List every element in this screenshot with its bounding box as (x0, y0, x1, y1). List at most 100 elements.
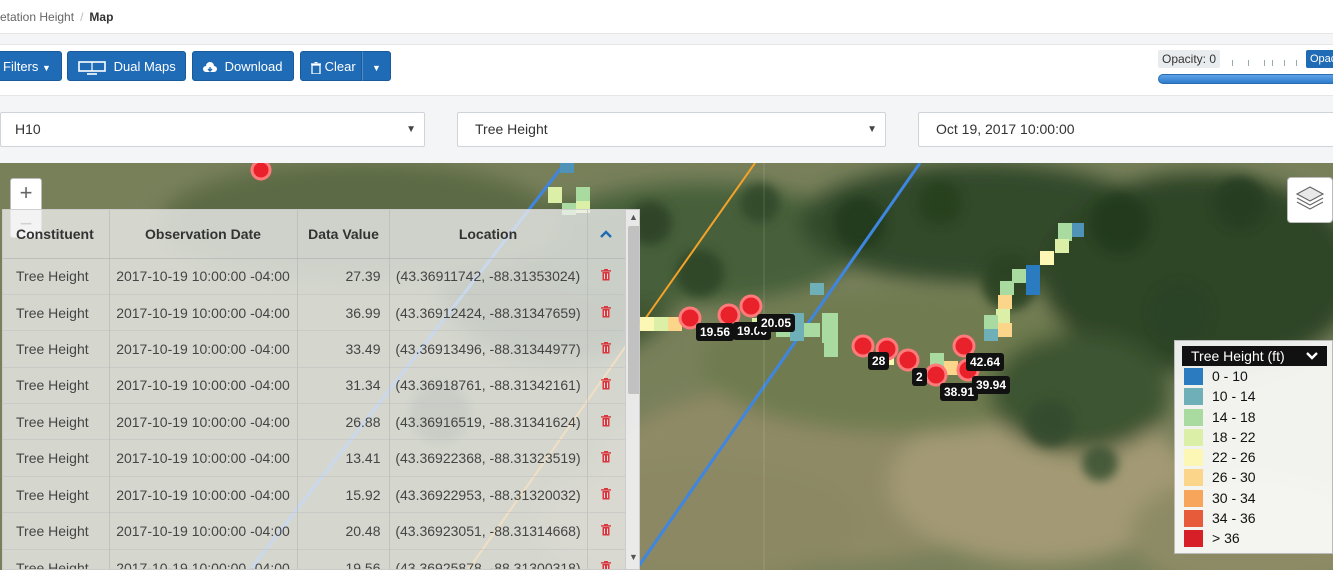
table-row[interactable]: Tree Height 2017-10-19 10:00:00 -04:00 15.… (3, 475, 625, 513)
breadcrumb-parent-link[interactable]: etation Height (0, 10, 74, 24)
cloud-download-icon (203, 59, 217, 74)
filters-label: Filters (3, 59, 39, 74)
table-row[interactable]: Tree Height 2017-10-19 10:00:00 -04:00 27.… (3, 257, 625, 295)
legend-swatch (1184, 530, 1203, 548)
legend-item-label: 34 - 36 (1212, 510, 1256, 527)
cell-constituent: Tree Height (3, 257, 110, 295)
legend-item: 10 - 14 (1182, 386, 1332, 406)
caret-down-icon: ▼ (406, 124, 416, 135)
cell-observation-date: 2017-10-19 10:00:00 -04:00 (109, 548, 298, 569)
cell-observation-date: 2017-10-19 10:00:00 -04:00 (109, 403, 298, 440)
marker-label: 19.56 (696, 323, 735, 341)
zoom-in-button[interactable]: + (11, 179, 41, 209)
column-header-constituent[interactable]: Constituent (3, 210, 110, 259)
opacity-slider-track[interactable] (1158, 74, 1333, 84)
filters-button[interactable]: Filters ▼ (0, 51, 62, 81)
marker-label: 39.94 (972, 376, 1011, 394)
scrollbar-thumb[interactable] (628, 226, 639, 394)
trash-icon (601, 305, 612, 321)
legend-swatch (1184, 489, 1203, 507)
breadcrumb-separator: / (80, 10, 84, 24)
caret-down-icon: ▼ (42, 63, 51, 73)
cell-constituent: Tree Height (3, 403, 110, 440)
marker-label: 20.05 (757, 314, 796, 332)
delete-row-button[interactable] (587, 403, 625, 440)
table-row[interactable]: Tree Height 2017-10-19 10:00:00 -04:00 31.… (3, 366, 625, 404)
cell-data-value: 31.34 (297, 366, 390, 404)
caret-down-icon: ▼ (867, 124, 877, 135)
trash-icon (601, 523, 612, 539)
cell-data-value: 33.49 (297, 330, 390, 368)
layers-button[interactable] (1287, 177, 1333, 223)
legend-item-label: 0 - 10 (1212, 368, 1248, 384)
cell-constituent: Tree Height (3, 366, 110, 404)
legend-item: 22 - 26 (1182, 447, 1332, 467)
cell-data-value: 13.41 (297, 439, 390, 477)
station-select[interactable]: H10 ▼ (0, 112, 425, 147)
column-header-location[interactable]: Location (389, 210, 588, 259)
layers-icon (1295, 185, 1325, 216)
chevron-down-icon (1305, 346, 1319, 366)
marker-label: 2 (912, 368, 927, 386)
legend-item-label: 14 - 18 (1212, 408, 1256, 425)
legend-swatch (1184, 428, 1203, 446)
breadcrumb-current: Map (89, 10, 114, 24)
cell-observation-date: 2017-10-19 10:00:00 -04:00 (109, 293, 298, 331)
trash-icon (601, 377, 612, 393)
datetime-select[interactable]: Oct 19, 2017 10:00:00 (918, 112, 1333, 147)
cell-data-value: 20.48 (297, 512, 390, 550)
table-row[interactable]: Tree Height 2017-10-19 10:00:00 -04:00 26.… (3, 403, 625, 440)
cell-constituent: Tree Height (3, 330, 110, 368)
column-header-value[interactable]: Data Value (297, 210, 390, 259)
legend-item-label: > 36 (1212, 530, 1240, 547)
table-row[interactable]: Tree Height 2017-10-19 10:00:00 -04:00 33.… (3, 330, 625, 368)
legend-swatch (1184, 469, 1203, 487)
cell-location: (43.36922953, -88.31320032) (389, 475, 588, 513)
dual-maps-button[interactable]: Dual Maps (67, 51, 186, 81)
trash-icon (601, 414, 612, 430)
clear-options-dropdown[interactable]: ▼ (362, 51, 391, 81)
delete-row-button[interactable] (587, 439, 625, 477)
delete-row-button[interactable] (587, 330, 625, 368)
delete-row-button[interactable] (587, 475, 625, 513)
trash-icon (601, 450, 612, 466)
download-button[interactable]: Download (192, 51, 294, 81)
legend-item: 30 - 34 (1182, 488, 1332, 508)
observations-table-panel: Constituent Observation Date Data Value … (2, 209, 640, 570)
legend-item: 14 - 18 (1182, 407, 1332, 427)
column-header-date[interactable]: Observation Date (109, 210, 298, 259)
table-row[interactable]: Tree Height 2017-10-19 10:00:00 -04:00 36.… (3, 293, 625, 331)
table-row[interactable]: Tree Height 2017-10-19 10:00:00 -04:00 13.… (3, 439, 625, 477)
legend-item-label: 10 - 14 (1212, 388, 1256, 405)
cell-location: (43.36925878, -88.31300318) (389, 548, 588, 569)
table-row[interactable]: Tree Height 2017-10-19 10:00:00 -04:00 20.… (3, 512, 625, 550)
opacity-value-label: Opacity: 0 (1158, 50, 1221, 68)
marker-label: 42.64 (966, 353, 1005, 371)
scroll-up-arrow-icon[interactable]: ▲ (629, 212, 638, 222)
legend-swatch (1184, 368, 1203, 385)
scroll-down-arrow-icon[interactable]: ▼ (629, 552, 638, 562)
legend-toggle[interactable]: Tree Height (ft) (1182, 346, 1327, 366)
table-row[interactable]: Tree Height 2017-10-19 10:00:00 -04:00 19.… (3, 548, 625, 569)
delete-row-button[interactable] (587, 257, 625, 295)
table-scrollbar[interactable]: ▲ ▼ (625, 210, 639, 569)
constituent-select[interactable]: Tree Height ▼ (457, 112, 886, 147)
trash-icon (601, 341, 612, 357)
collapse-table-button[interactable] (587, 210, 625, 259)
toolbar: Filters ▼ Dual Maps Download Clear ▼ Opa… (0, 44, 1333, 96)
dual-maps-label: Dual Maps (113, 59, 176, 74)
opacity-slider[interactable]: Opacity: 0 Opac (1158, 50, 1333, 90)
cell-location: (43.36911742, -88.31353024) (389, 257, 588, 295)
clear-button[interactable]: Clear (300, 51, 362, 81)
legend-item-label: 18 - 22 (1212, 428, 1256, 445)
cell-location: (43.36912424, -88.31347659) (389, 293, 588, 331)
station-select-value: H10 (15, 121, 41, 137)
legend-item: > 36 (1182, 528, 1332, 548)
delete-row-button[interactable] (587, 366, 625, 404)
delete-row-button[interactable] (587, 293, 625, 331)
cell-location: (43.36922368, -88.31323519) (389, 439, 588, 477)
delete-row-button[interactable] (587, 548, 625, 569)
cell-constituent: Tree Height (3, 293, 110, 331)
clear-label: Clear (324, 59, 356, 74)
delete-row-button[interactable] (587, 512, 625, 550)
